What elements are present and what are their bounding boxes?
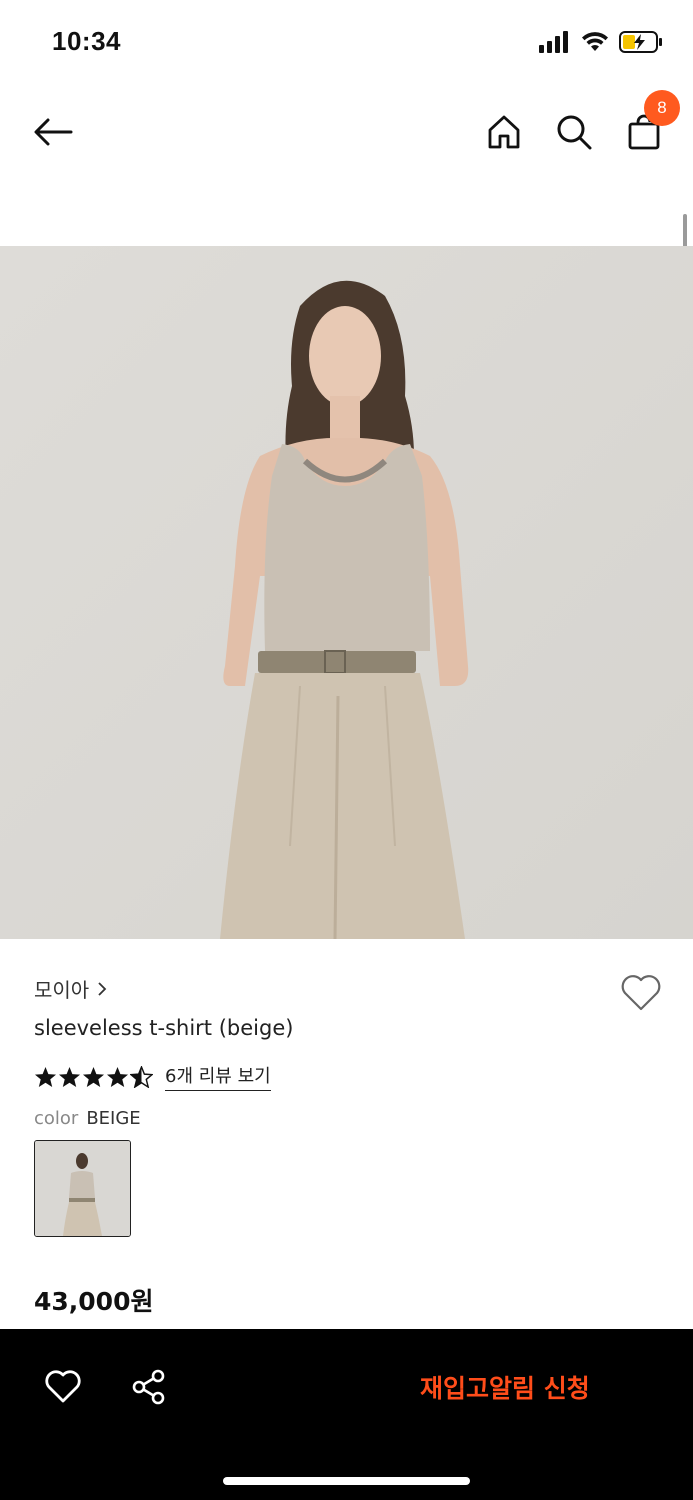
review-link[interactable]: 6개 리뷰 보기: [165, 1062, 271, 1091]
star-filled-icon: [58, 1066, 81, 1087]
star-filled-icon: [82, 1066, 105, 1087]
brand-link[interactable]: 모이아: [34, 974, 107, 1003]
star-filled-icon: [34, 1066, 57, 1087]
status-time: 10:34: [52, 26, 121, 56]
status-icons: [539, 28, 663, 56]
cart-count-badge: 8: [644, 90, 680, 126]
home-indicator[interactable]: [223, 1477, 470, 1485]
chevron-right-icon: [98, 981, 107, 996]
brand-name: 모이아: [34, 978, 90, 1002]
back-arrow-icon[interactable]: [31, 110, 75, 154]
color-row: color BEIGE: [34, 1108, 141, 1129]
color-label: color: [34, 1108, 79, 1129]
shopping-bag-icon[interactable]: 8: [622, 90, 680, 154]
star-half-icon: [130, 1065, 153, 1088]
status-bar: 10:34: [0, 0, 693, 84]
bottom-action-bar: 재입고알림 신청: [0, 1329, 693, 1500]
product-price: 43,000원: [34, 1287, 154, 1316]
signal-icon: [539, 31, 568, 53]
restock-alert-button[interactable]: 재입고알림 신청: [420, 1367, 590, 1407]
color-value: BEIGE: [86, 1108, 141, 1129]
product-image[interactable]: [0, 246, 693, 939]
heart-icon[interactable]: [43, 1367, 83, 1407]
product-name: sleeveless t-shirt (beige): [34, 1016, 294, 1040]
home-icon[interactable]: [482, 110, 526, 154]
rating-stars: [34, 1065, 153, 1088]
top-nav: 8: [0, 84, 693, 180]
battery-charging-icon: [619, 31, 662, 53]
product-photo: [0, 246, 693, 939]
color-swatch-beige[interactable]: [34, 1140, 131, 1237]
wifi-icon: [582, 32, 608, 51]
search-icon[interactable]: [552, 110, 596, 154]
share-icon[interactable]: [129, 1367, 169, 1407]
star-filled-icon: [106, 1066, 129, 1087]
swatch-thumbnail: [35, 1141, 130, 1236]
heart-icon[interactable]: [618, 970, 664, 1016]
rating-row: 6개 리뷰 보기: [34, 1062, 271, 1091]
